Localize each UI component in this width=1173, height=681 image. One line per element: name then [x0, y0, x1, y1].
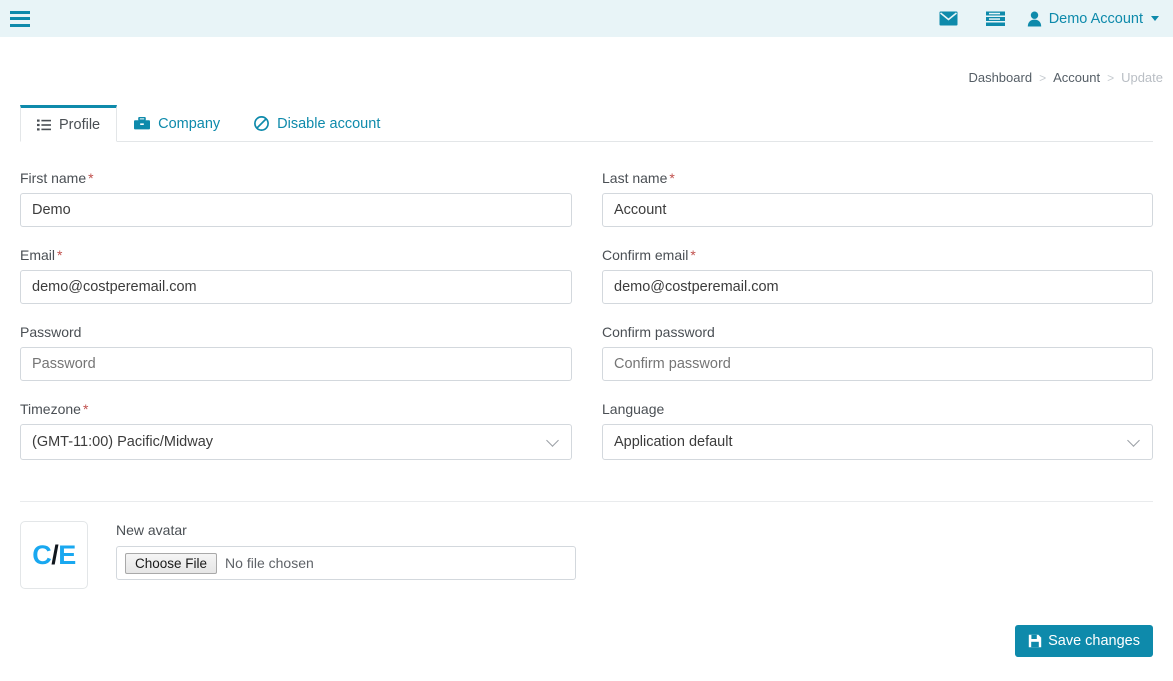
tab-disable-account-label: Disable account — [277, 115, 381, 132]
first-name-input[interactable] — [20, 193, 572, 227]
field-confirm-password: Confirm password — [602, 324, 1153, 381]
language-select-wrapper: Application default — [602, 424, 1153, 460]
field-new-avatar: New avatar Choose File No file chosen — [116, 521, 576, 580]
form-row-names: First name* Last name* — [0, 170, 1173, 227]
breadcrumb: Dashboard > Account > Update — [968, 70, 1163, 85]
email-input[interactable] — [20, 270, 572, 304]
user-account-menu[interactable]: Demo Account — [1019, 0, 1173, 37]
required-marker: * — [82, 401, 89, 417]
messages-button[interactable] — [925, 0, 972, 37]
breadcrumb-item-dashboard[interactable]: Dashboard — [968, 70, 1032, 85]
timezone-select[interactable]: (GMT-11:00) Pacific/Midway — [20, 424, 572, 460]
field-last-name: Last name * — [602, 170, 1153, 227]
file-status-text: No file chosen — [225, 555, 314, 571]
timezone-select-wrapper: (GMT-11:00) Pacific/Midway — [20, 424, 572, 460]
field-language: Language Application default — [602, 401, 1153, 460]
field-email: Email * — [20, 247, 572, 304]
field-password: Password — [20, 324, 572, 381]
section-divider — [20, 501, 1153, 502]
avatar-initial-last: E — [58, 539, 76, 570]
timezone-label: Timezone * — [20, 401, 572, 417]
top-header-bar: Demo Account — [0, 0, 1173, 37]
breadcrumb-item-update: Update — [1121, 70, 1163, 85]
menu-toggle-icon[interactable] — [10, 10, 30, 27]
tab-company[interactable]: Company — [117, 105, 237, 142]
user-account-name: Demo Account — [1048, 10, 1143, 27]
last-name-label-text: Last name — [602, 170, 668, 186]
form-row-locale: Timezone * (GMT-11:00) Pacific/Midway Lan… — [0, 401, 1173, 460]
tab-profile[interactable]: Profile — [20, 105, 118, 142]
hamburger-line — [10, 10, 30, 14]
user-icon — [1027, 11, 1042, 27]
confirm-password-input[interactable] — [602, 347, 1153, 381]
first-name-label-text: First name — [20, 170, 87, 186]
field-confirm-email: Confirm email * — [602, 247, 1153, 304]
password-input[interactable] — [20, 347, 572, 381]
envelope-icon — [939, 11, 958, 26]
chevron-down-icon — [1151, 16, 1159, 21]
field-timezone: Timezone * (GMT-11:00) Pacific/Midway — [20, 401, 572, 460]
confirm-email-label-text: Confirm email — [602, 247, 689, 263]
breadcrumb-separator: > — [1107, 70, 1115, 85]
email-label: Email * — [20, 247, 572, 263]
briefcase-icon — [134, 117, 151, 130]
tab-company-label: Company — [158, 115, 221, 132]
save-changes-label: Save changes — [1048, 633, 1140, 649]
avatar-file-input[interactable]: Choose File No file chosen — [116, 546, 576, 580]
required-marker: * — [669, 170, 675, 186]
avatar-separator: / — [51, 539, 59, 570]
avatar: C / E — [20, 521, 88, 589]
hamburger-line — [10, 23, 30, 27]
breadcrumb-separator: > — [1039, 70, 1047, 85]
timezone-label-text: Timezone — [20, 401, 81, 417]
last-name-input[interactable] — [602, 193, 1153, 227]
language-label: Language — [602, 401, 665, 417]
save-icon — [1028, 634, 1042, 648]
tasks-button[interactable] — [972, 0, 1019, 37]
tab-bar: Profile Company Disable account — [20, 105, 1153, 142]
password-label: Password — [20, 324, 82, 340]
first-name-label: First name * — [20, 170, 572, 186]
form-actions: Save changes — [1015, 625, 1153, 657]
profile-form: First name* Last name* Email* Confirm em… — [0, 170, 1173, 480]
tab-profile-label: Profile — [59, 116, 101, 133]
top-header-actions: Demo Account — [925, 0, 1173, 37]
list-icon — [37, 119, 51, 131]
required-marker: * — [690, 247, 696, 263]
confirm-password-label: Confirm password — [602, 324, 715, 340]
avatar-initial-first: C — [32, 539, 52, 570]
required-marker: * — [57, 247, 63, 263]
hamburger-line — [10, 17, 30, 20]
tasks-icon — [985, 11, 1005, 26]
field-first-name: First name * — [20, 170, 572, 227]
save-changes-button[interactable]: Save changes — [1015, 625, 1153, 657]
form-row-passwords: Password Confirm password — [0, 324, 1173, 381]
email-label-text: Email — [20, 247, 56, 263]
form-row-emails: Email* Confirm email* — [0, 247, 1173, 304]
avatar-section: C / E New avatar Choose File No file chose… — [20, 521, 576, 589]
ban-icon — [254, 116, 270, 131]
required-marker: * — [88, 170, 94, 186]
confirm-email-input[interactable] — [602, 270, 1153, 304]
breadcrumb-item-account[interactable]: Account — [1053, 70, 1100, 85]
last-name-label: Last name * — [602, 170, 1153, 186]
confirm-email-label: Confirm email * — [602, 247, 1153, 263]
tab-disable-account[interactable]: Disable account — [237, 105, 397, 142]
choose-file-button[interactable]: Choose File — [125, 552, 218, 574]
language-select[interactable]: Application default — [602, 424, 1153, 460]
new-avatar-label: New avatar — [116, 522, 187, 538]
